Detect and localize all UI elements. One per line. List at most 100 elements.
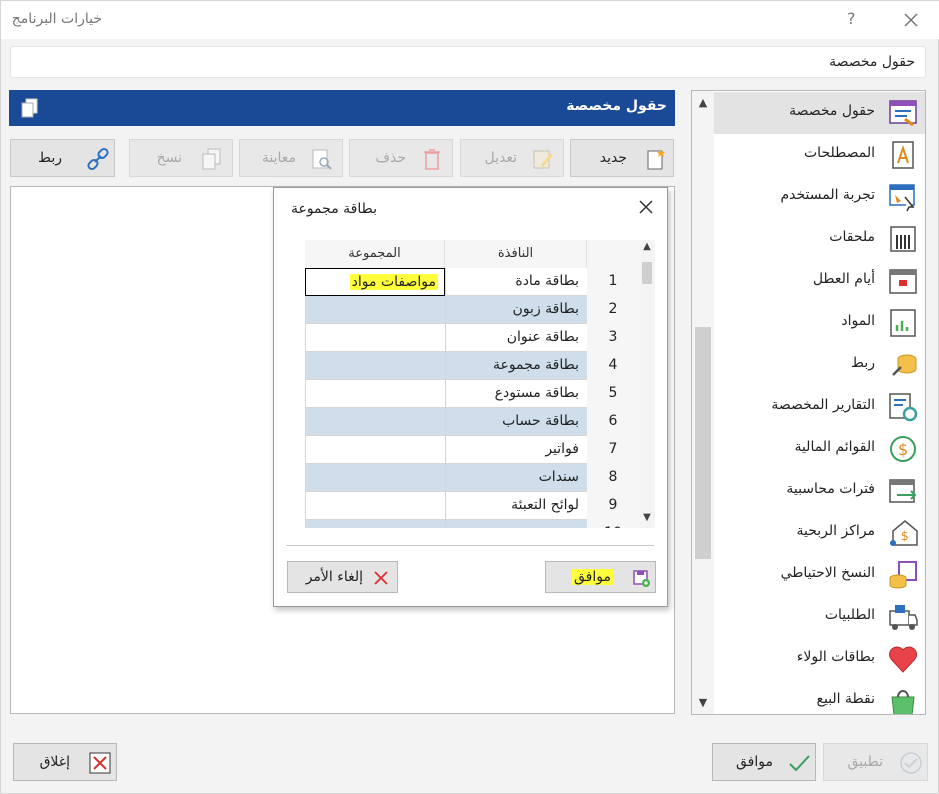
nav-item-materials[interactable]: المواد — [714, 302, 925, 344]
nav-scrollbar[interactable]: ▲ ▼ — [692, 91, 714, 714]
nav-item-link[interactable]: ربط — [714, 344, 925, 386]
scroll-up-icon[interactable]: ▲ — [641, 241, 653, 252]
row-group[interactable] — [305, 492, 445, 520]
close-icon[interactable] — [638, 199, 654, 215]
orders-icon — [889, 605, 918, 630]
nav-item-terms[interactable]: المصطلحات — [714, 134, 925, 176]
row-number: 4 — [587, 352, 639, 380]
scroll-down-icon[interactable]: ▼ — [696, 696, 710, 709]
table-row[interactable]: 7 فواتير — [287, 436, 639, 464]
accounting-periods-icon — [889, 479, 917, 503]
row-number: 5 — [587, 380, 639, 408]
table-row[interactable]: 2 بطاقة زبون — [287, 296, 639, 324]
scroll-up-icon[interactable]: ▲ — [696, 96, 710, 109]
nav-item-profit-centers[interactable]: مراكز الربحية $ — [714, 512, 925, 554]
nav-item-backup[interactable]: النسخ الاحتياطي — [714, 554, 925, 596]
nav-item-point-of-sale[interactable]: نقطة البيع — [714, 680, 925, 714]
row-window[interactable]: بطاقة زبون — [445, 296, 587, 324]
nav-item-custom-fields[interactable]: حقول مخصصة — [714, 92, 925, 134]
row-group[interactable] — [305, 380, 445, 408]
table-row[interactable]: 3 بطاقة عنوان — [287, 324, 639, 352]
grid-scrollbar[interactable]: ▲ ▼ — [639, 240, 655, 528]
apply-button[interactable]: تطبيق — [823, 743, 928, 781]
table-row[interactable]: 6 بطاقة حساب — [287, 408, 639, 436]
row-group[interactable] — [305, 464, 445, 492]
shopping-bag-icon — [891, 690, 915, 714]
nav-item-user-experience[interactable]: تجربة المستخدم — [714, 176, 925, 218]
close-button[interactable]: إغلاق — [13, 743, 117, 781]
table-row[interactable]: 5 بطاقة مستودع — [287, 380, 639, 408]
nav-item-attachments[interactable]: ملحقات — [714, 218, 925, 260]
nav-item-financial-statements[interactable]: القوائم المالية $ — [714, 428, 925, 470]
nav-item-accounting-periods[interactable]: فترات محاسبية — [714, 470, 925, 512]
row-number: 2 — [587, 296, 639, 324]
row-window[interactable]: لوائح التعبئة — [445, 492, 587, 520]
table-row[interactable]: 9 لوائح التعبئة — [287, 492, 639, 520]
delete-button[interactable]: حذف — [349, 139, 453, 177]
nav-item-label: ملحقات — [829, 229, 875, 245]
nav-item-orders[interactable]: الطلبيات — [714, 596, 925, 638]
copy-button[interactable]: نسخ — [129, 139, 233, 177]
edit-button[interactable]: تعديل — [460, 139, 564, 177]
row-group[interactable] — [305, 324, 445, 352]
row-window[interactable]: بطاقة حساب — [445, 408, 587, 436]
options-nav: ▲ ▼ حقول مخصصة المصطلحات تجربة المستخدم — [691, 90, 926, 715]
row-group[interactable] — [305, 352, 445, 380]
check-icon — [789, 755, 810, 772]
row-window[interactable]: سندات — [445, 464, 587, 492]
nav-item-holidays[interactable]: أيام العطل — [714, 260, 925, 302]
link-icon — [87, 147, 109, 171]
link-icon — [892, 354, 917, 376]
close-x-icon — [89, 752, 111, 774]
help-button[interactable]: ? — [847, 9, 856, 28]
dialog-cancel-label: إلغاء الأمر — [305, 569, 363, 585]
row-number: 8 — [587, 464, 639, 492]
scrollbar-thumb[interactable] — [695, 327, 711, 559]
divider — [286, 545, 654, 546]
dialog-ok-button[interactable]: موافق — [545, 561, 656, 593]
row-window[interactable] — [445, 520, 587, 528]
table-row[interactable]: 4 بطاقة مجموعة — [287, 352, 639, 380]
cancel-x-icon — [374, 571, 388, 585]
row-group[interactable] — [305, 436, 445, 464]
ok-button[interactable]: موافق — [712, 743, 816, 781]
table-row[interactable]: 1 بطاقة مادة مواصفات مواد — [287, 268, 639, 296]
heart-icon — [889, 646, 917, 673]
panel-header: حقول مخصصة — [9, 90, 675, 126]
custom-reports-icon — [889, 393, 918, 422]
row-window[interactable]: بطاقة مستودع — [445, 380, 587, 408]
dialog-title: بطاقة مجموعة — [290, 201, 377, 217]
dialog-ok-label: موافق — [572, 569, 613, 585]
close-button-label: إغلاق — [39, 754, 70, 770]
nav-item-loyalty-cards[interactable]: بطاقات الولاء — [714, 638, 925, 680]
scrollbar-thumb[interactable] — [642, 262, 652, 284]
row-group[interactable] — [305, 408, 445, 436]
row-number: 10 — [587, 520, 639, 528]
row-number: 3 — [587, 324, 639, 352]
dialog-cancel-button[interactable]: إلغاء الأمر — [287, 561, 398, 593]
apply-button-label: تطبيق — [847, 754, 883, 770]
materials-icon — [890, 309, 916, 337]
backup-icon — [889, 561, 917, 589]
row-window[interactable]: بطاقة مجموعة — [445, 352, 587, 380]
row-group-input[interactable]: مواصفات مواد — [305, 268, 445, 296]
column-header-window: النافذة — [445, 240, 587, 268]
new-button[interactable]: جديد — [570, 139, 674, 177]
row-group[interactable] — [305, 520, 445, 528]
section-title: حقول مخصصة — [829, 54, 915, 70]
row-window[interactable]: بطاقة عنوان — [445, 324, 587, 352]
scroll-down-icon[interactable]: ▼ — [641, 512, 653, 523]
link-button-label: ربط — [38, 150, 62, 166]
table-row[interactable]: 8 سندات — [287, 464, 639, 492]
row-window[interactable]: فواتير — [445, 436, 587, 464]
row-group[interactable] — [305, 296, 445, 324]
row-number: 7 — [587, 436, 639, 464]
close-icon[interactable] — [901, 10, 921, 30]
table-row[interactable]: 10 — [287, 520, 639, 528]
link-button[interactable]: ربط — [10, 139, 115, 177]
row-window[interactable]: بطاقة مادة — [445, 268, 587, 296]
ok-button-label: موافق — [736, 754, 773, 770]
section-header: حقول مخصصة — [10, 46, 926, 78]
nav-item-custom-reports[interactable]: التقارير المخصصة — [714, 386, 925, 428]
preview-button[interactable]: معاينة — [239, 139, 343, 177]
